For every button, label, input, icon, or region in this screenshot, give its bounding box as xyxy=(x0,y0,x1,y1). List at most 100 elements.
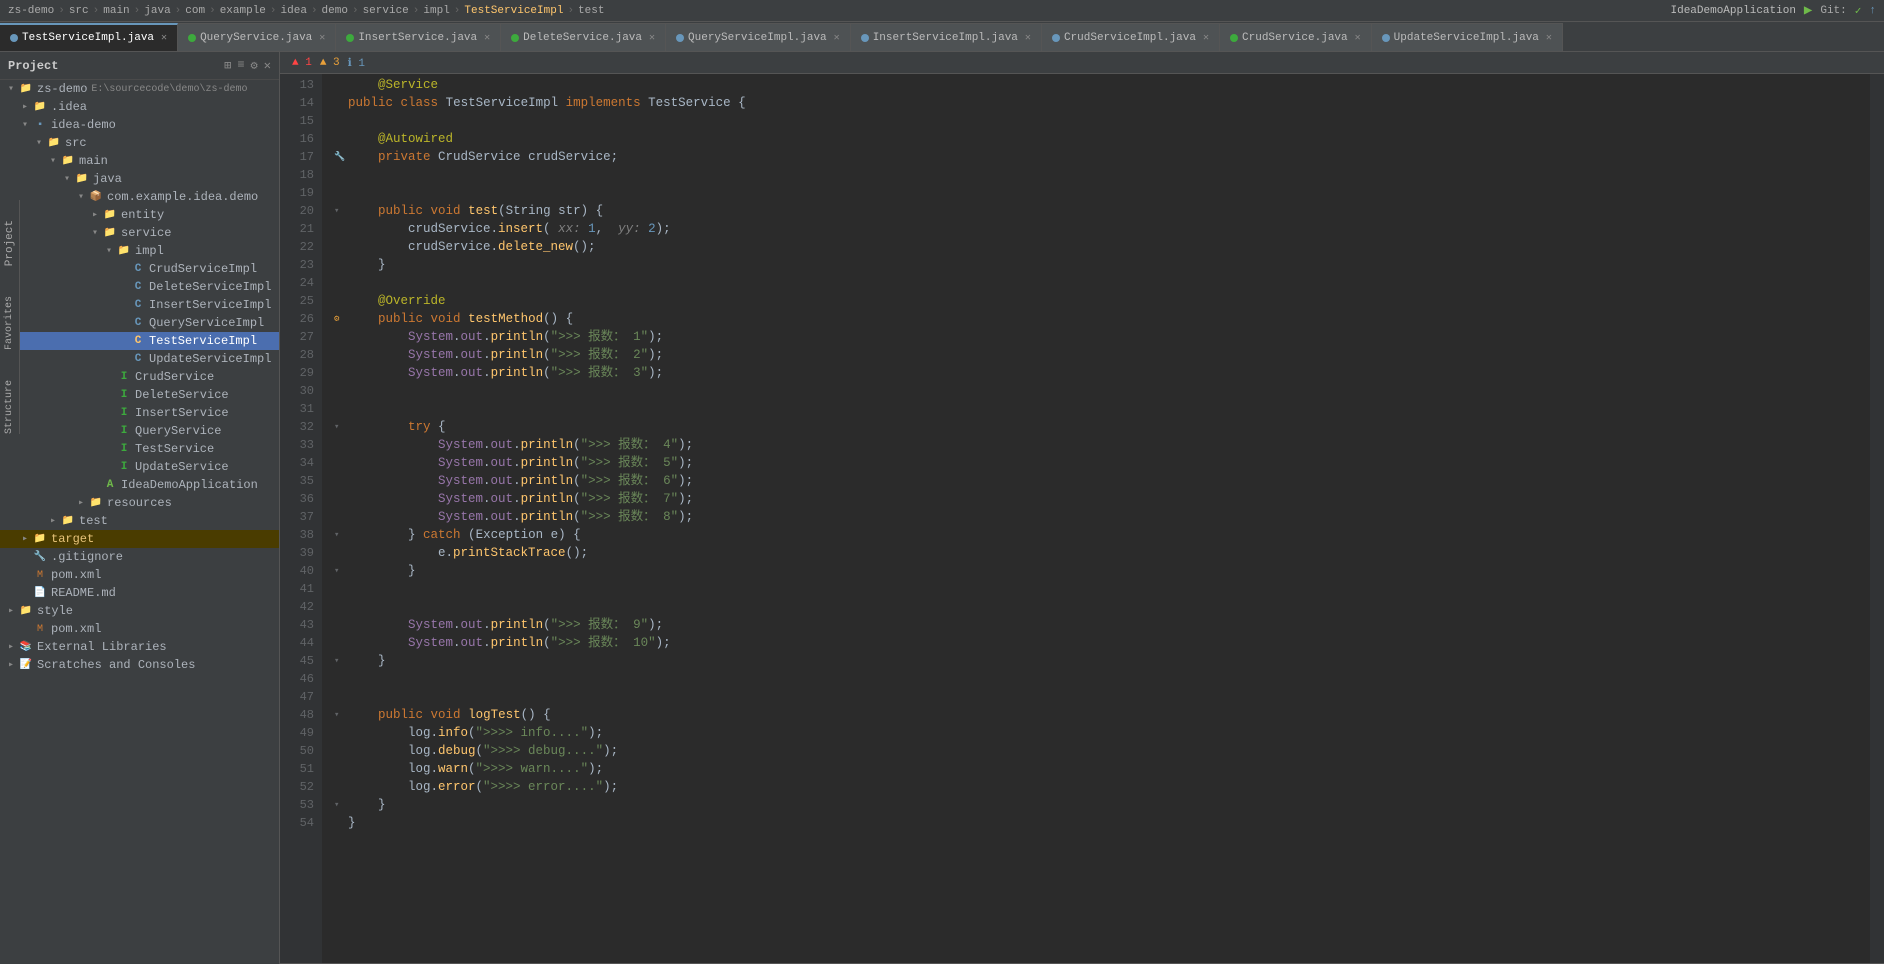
fold-arrow[interactable] xyxy=(334,94,348,112)
tab-insertservice[interactable]: InsertService.java ✕ xyxy=(336,23,501,51)
tab-testserviceimpl[interactable]: TestServiceImpl.java ✕ xyxy=(0,23,178,51)
fold-arrow[interactable]: ▾ xyxy=(334,706,348,724)
fold-arrow[interactable] xyxy=(334,130,348,148)
fold-arrow[interactable] xyxy=(334,274,348,292)
sidebar-item-pom-xml2[interactable]: ▸ M pom.xml xyxy=(0,620,279,638)
fold-arrow[interactable]: ▾ xyxy=(334,562,348,580)
tab-deleteservice[interactable]: DeleteService.java ✕ xyxy=(501,23,666,51)
sidebar-item-insertserviceimpl[interactable]: ▸ C InsertServiceImpl xyxy=(0,296,279,314)
fold-arrow[interactable] xyxy=(334,220,348,238)
side-tool-project[interactable]: Project xyxy=(4,220,16,266)
tab-close-icon[interactable]: ✕ xyxy=(319,32,325,44)
sidebar-item-target[interactable]: ▸ 📁 target xyxy=(0,530,279,548)
sidebar-item-crudserviceimpl[interactable]: ▸ C CrudServiceImpl xyxy=(0,260,279,278)
tab-close-icon[interactable]: ✕ xyxy=(1546,32,1552,44)
fold-arrow[interactable] xyxy=(334,346,348,364)
sidebar-item-style[interactable]: ▸ 📁 style xyxy=(0,602,279,620)
fold-arrow[interactable] xyxy=(334,616,348,634)
sidebar-layout-icon[interactable]: ⊞ xyxy=(224,58,231,73)
sidebar-item-impl[interactable]: ▾ 📁 impl xyxy=(0,242,279,260)
fold-arrow[interactable] xyxy=(334,184,348,202)
sidebar-item-resources[interactable]: ▸ 📁 resources xyxy=(0,494,279,512)
fold-arrow[interactable] xyxy=(334,472,348,490)
fold-arrow[interactable] xyxy=(334,814,348,832)
fold-arrow[interactable] xyxy=(334,238,348,256)
sidebar-item-deleteservice[interactable]: ▸ I DeleteService xyxy=(0,386,279,404)
sidebar-item-external-libs[interactable]: ▸ 📚 External Libraries xyxy=(0,638,279,656)
fold-arrow[interactable] xyxy=(334,670,348,688)
fold-arrow[interactable]: ▾ xyxy=(334,526,348,544)
tab-close-icon[interactable]: ✕ xyxy=(161,32,167,44)
sidebar-item-ideademoapplication[interactable]: ▸ A IdeaDemoApplication xyxy=(0,476,279,494)
fold-arrow[interactable] xyxy=(334,76,348,94)
fold-arrow[interactable]: ▾ xyxy=(334,202,348,220)
sidebar-item-idea[interactable]: ▸ 📁 .idea xyxy=(0,98,279,116)
sidebar-item-testserviceimpl[interactable]: ▸ C TestServiceImpl xyxy=(0,332,279,350)
tab-insertserviceimpl[interactable]: InsertServiceImpl.java ✕ xyxy=(851,23,1042,51)
tab-close-icon[interactable]: ✕ xyxy=(1203,32,1209,44)
tab-updateserviceimpl[interactable]: UpdateServiceImpl.java ✕ xyxy=(1372,23,1563,51)
tab-crudservice[interactable]: CrudService.java ✕ xyxy=(1220,23,1372,51)
sidebar-item-gitignore[interactable]: ▸ 🔧 .gitignore xyxy=(0,548,279,566)
fold-arrow[interactable]: ▾ xyxy=(334,652,348,670)
fold-arrow[interactable] xyxy=(334,490,348,508)
sidebar-filter-icon[interactable]: ≡ xyxy=(237,58,244,73)
fold-arrow[interactable] xyxy=(334,382,348,400)
fold-arrow[interactable] xyxy=(334,580,348,598)
fold-arrow[interactable]: ▾ xyxy=(334,418,348,436)
sidebar-item-updateservice[interactable]: ▸ I UpdateService xyxy=(0,458,279,476)
sidebar-item-insertservice[interactable]: ▸ I InsertService xyxy=(0,404,279,422)
sidebar-item-test[interactable]: ▸ 📁 test xyxy=(0,512,279,530)
sidebar-item-zsdemo[interactable]: ▾ 📁 zs-demo E:\sourcecode\demo\zs-demo xyxy=(0,80,279,98)
fold-arrow[interactable] xyxy=(334,724,348,742)
sidebar-item-queryservice[interactable]: ▸ I QueryService xyxy=(0,422,279,440)
tab-crudserviceimpl[interactable]: CrudServiceImpl.java ✕ xyxy=(1042,23,1220,51)
fold-arrow[interactable] xyxy=(334,688,348,706)
sidebar-close-icon[interactable]: ✕ xyxy=(264,58,271,73)
tab-close-icon[interactable]: ✕ xyxy=(1355,32,1361,44)
fold-arrow[interactable]: 🔧 xyxy=(334,148,348,166)
sidebar-item-main[interactable]: ▾ 📁 main xyxy=(0,152,279,170)
tab-close-icon[interactable]: ✕ xyxy=(484,32,490,44)
side-tool-structure[interactable]: Structure xyxy=(4,380,15,434)
fold-arrow[interactable] xyxy=(334,634,348,652)
sidebar-item-pom-xml[interactable]: ▸ M pom.xml xyxy=(0,566,279,584)
fold-arrow[interactable] xyxy=(334,256,348,274)
side-tool-favorites[interactable]: Favorites xyxy=(4,296,15,350)
fold-arrow[interactable] xyxy=(334,328,348,346)
sidebar-item-java[interactable]: ▾ 📁 java xyxy=(0,170,279,188)
fold-arrow[interactable] xyxy=(334,166,348,184)
fold-arrow[interactable]: ▾ xyxy=(334,796,348,814)
sidebar-item-package[interactable]: ▾ 📦 com.example.idea.demo xyxy=(0,188,279,206)
sidebar-item-queryserviceimpl[interactable]: ▸ C QueryServiceImpl xyxy=(0,314,279,332)
run-button[interactable]: ▶ xyxy=(1804,2,1812,19)
fold-arrow[interactable] xyxy=(334,778,348,796)
fold-arrow[interactable] xyxy=(334,742,348,760)
tab-close-icon[interactable]: ✕ xyxy=(1025,32,1031,44)
sidebar-item-testservice[interactable]: ▸ I TestService xyxy=(0,440,279,458)
fold-arrow[interactable]: ⚙ xyxy=(334,310,348,328)
sidebar-settings-icon[interactable]: ⚙ xyxy=(251,58,258,73)
tab-close-icon[interactable]: ✕ xyxy=(649,32,655,44)
fold-arrow[interactable] xyxy=(334,544,348,562)
sidebar-item-scratches[interactable]: ▸ 📝 Scratches and Consoles xyxy=(0,656,279,674)
sidebar-item-readme[interactable]: ▸ 📄 README.md xyxy=(0,584,279,602)
sidebar-item-deleteserviceimpl[interactable]: ▸ C DeleteServiceImpl xyxy=(0,278,279,296)
sidebar-item-ideademo[interactable]: ▾ ▪ idea-demo xyxy=(0,116,279,134)
tab-queryserviceimpl[interactable]: QueryServiceImpl.java ✕ xyxy=(666,23,851,51)
sidebar-item-updateserviceimpl[interactable]: ▸ C UpdateServiceImpl xyxy=(0,350,279,368)
fold-arrow[interactable] xyxy=(334,436,348,454)
fold-arrow[interactable] xyxy=(334,598,348,616)
fold-arrow[interactable] xyxy=(334,364,348,382)
code-content[interactable]: @Service public class TestServiceImpl im… xyxy=(322,74,1870,963)
fold-arrow[interactable] xyxy=(334,454,348,472)
fold-arrow[interactable] xyxy=(334,508,348,526)
tab-close-icon[interactable]: ✕ xyxy=(834,32,840,44)
sidebar-item-entity[interactable]: ▸ 📁 entity xyxy=(0,206,279,224)
fold-arrow[interactable] xyxy=(334,760,348,778)
fold-arrow[interactable] xyxy=(334,112,348,130)
sidebar-item-service[interactable]: ▾ 📁 service xyxy=(0,224,279,242)
tab-queryservice[interactable]: QueryService.java ✕ xyxy=(178,23,336,51)
sidebar-item-src[interactable]: ▾ 📁 src xyxy=(0,134,279,152)
sidebar-item-crudservice[interactable]: ▸ I CrudService xyxy=(0,368,279,386)
